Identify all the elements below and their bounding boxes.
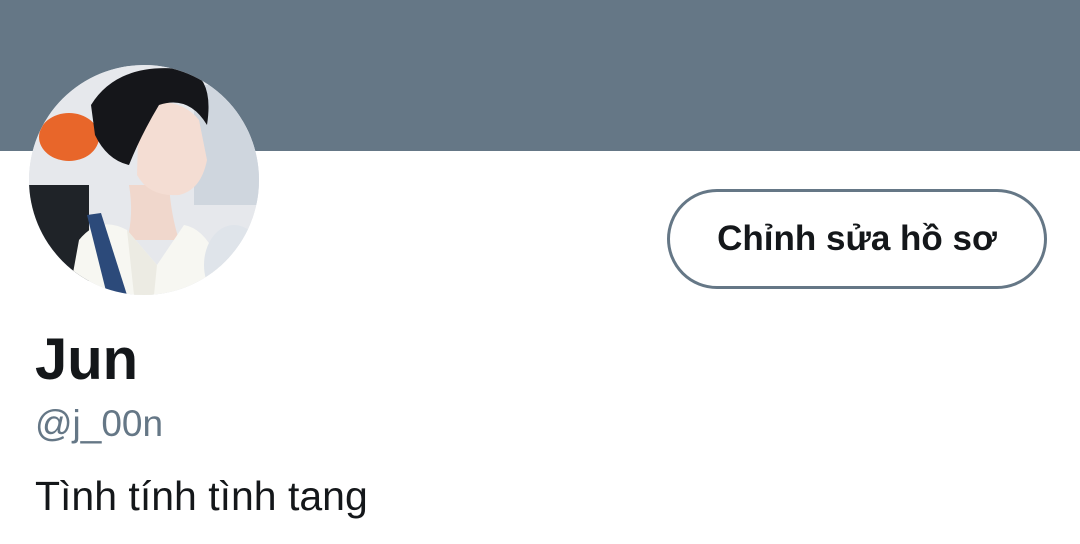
profile-bio: Tình tính tình tang — [35, 473, 368, 519]
profile-header: Chỉnh sửa hồ sơ Jun @j_00n Tình tính tìn… — [0, 0, 1080, 544]
display-name: Jun — [35, 327, 139, 392]
avatar[interactable] — [29, 65, 259, 295]
edit-profile-button[interactable]: Chỉnh sửa hồ sơ — [667, 189, 1047, 289]
edit-profile-button-label: Chỉnh sửa hồ sơ — [717, 219, 997, 258]
user-handle: @j_00n — [35, 403, 164, 444]
avatar-photo — [29, 65, 259, 295]
